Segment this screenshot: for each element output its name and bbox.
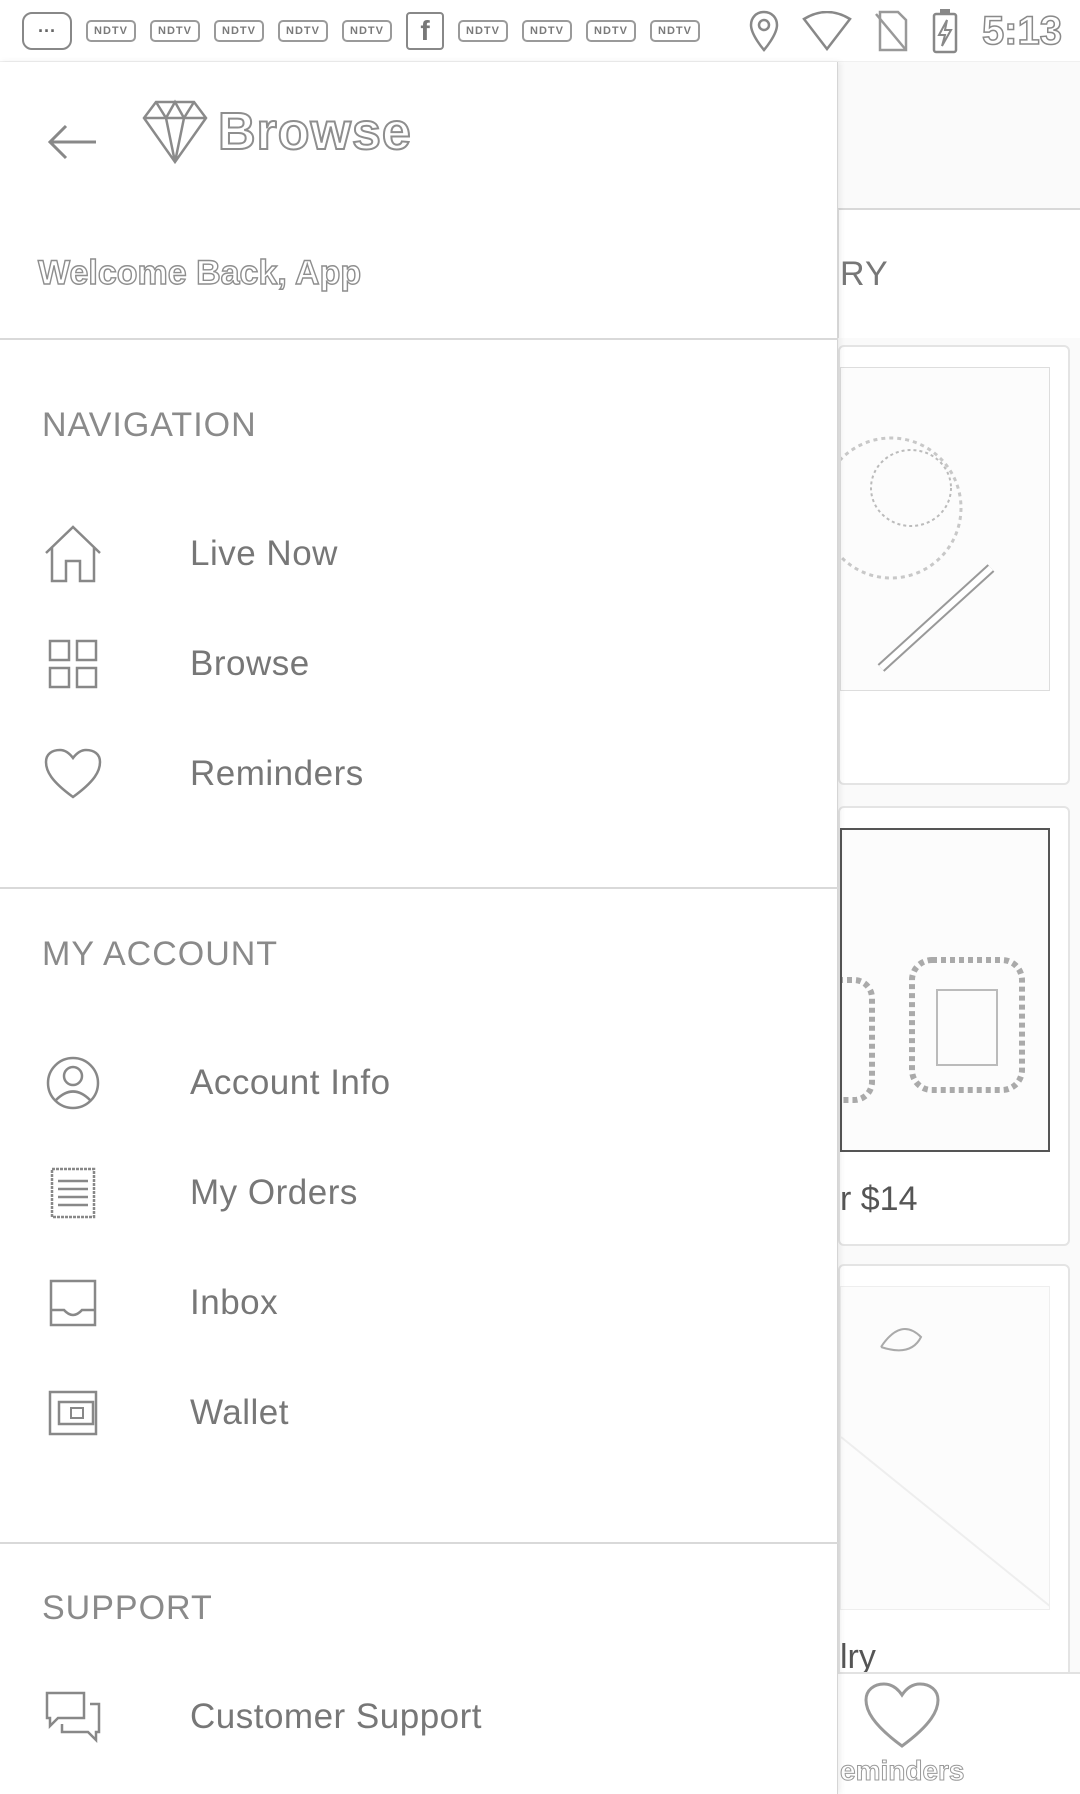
drawer-header: Browse Welcome Back, App [0,62,838,338]
menu-item-reminders[interactable]: Reminders [0,719,838,829]
menu-item-label: Inbox [190,1283,279,1322]
menu-item-label: Browse [190,644,310,683]
wallet-icon [40,1380,106,1446]
menu-item-my-orders[interactable]: My Orders [0,1138,838,1248]
heart-icon [40,741,106,807]
menu-item-account-info[interactable]: Account Info [0,1028,838,1138]
menu-item-live-now[interactable]: Live Now [0,499,838,609]
menu-item-browse[interactable]: Browse [0,609,838,719]
facebook-notification-icon: f [406,12,444,50]
app-brand: Browse [140,98,412,166]
ndtv-notification-icon: NDTV [278,20,328,42]
home-icon [40,521,106,587]
ndtv-notification-icon: NDTV [522,20,572,42]
menu-item-customer-support[interactable]: Customer Support [0,1662,838,1772]
location-icon [749,10,779,52]
user-circle-icon [40,1050,106,1116]
product-price: r $14 [840,1180,918,1218]
welcome-message: Welcome Back, App [37,253,362,292]
app-title: Browse [217,102,412,162]
category-tab-label[interactable]: RY [840,255,889,294]
section-title-my-account: MY ACCOUNT [42,935,279,973]
menu-item-label: Customer Support [190,1697,483,1736]
header-divider [0,338,838,340]
notification-icons: ··· NDTV NDTV NDTV NDTV NDTV f NDTV NDTV… [22,12,700,50]
back-button[interactable] [40,110,104,174]
receipt-icon [40,1160,106,1226]
inbox-icon [40,1270,106,1336]
no-sim-icon [874,10,908,52]
message-notification-icon: ··· [22,12,72,50]
ndtv-notification-icon: NDTV [586,20,636,42]
product-card[interactable] [838,345,1070,785]
section-divider [0,1542,838,1544]
ndtv-notification-icon: NDTV [214,20,264,42]
menu-item-label: Account Info [190,1063,391,1102]
status-bar: ··· NDTV NDTV NDTV NDTV NDTV f NDTV NDTV… [0,0,1080,62]
ndtv-notification-icon: NDTV [342,20,392,42]
bottom-tab-reminders-label[interactable]: eminders [840,1755,965,1787]
heart-icon[interactable] [862,1680,942,1750]
product-card[interactable] [838,1264,1070,1684]
arrow-left-icon [47,124,96,160]
navigation-drawer: Browse Welcome Back, App NAVIGATION Live… [0,62,838,1794]
product-image [840,828,1050,1152]
menu-item-inbox[interactable]: Inbox [0,1248,838,1358]
ndtv-notification-icon: NDTV [86,20,136,42]
system-icons: 5:13 [748,8,1063,54]
menu-item-label: Live Now [190,534,338,573]
section-divider [0,887,838,889]
product-image [840,367,1050,691]
ndtv-notification-icon: NDTV [650,20,700,42]
menu-item-label: Reminders [190,754,364,793]
menu-item-label: My Orders [190,1173,358,1212]
clock: 5:13 [981,8,1063,54]
menu-item-wallet[interactable]: Wallet [0,1358,838,1468]
battery-charging-icon [932,9,958,54]
product-image [840,1286,1050,1610]
ndtv-notification-icon: NDTV [458,20,508,42]
diamond-icon [142,99,208,165]
grid-icon [40,631,106,697]
wifi-icon [802,11,852,51]
chat-icon [40,1684,106,1750]
menu-item-label: Wallet [190,1393,289,1432]
ndtv-notification-icon: NDTV [150,20,200,42]
section-title-support: SUPPORT [42,1589,213,1627]
section-title-navigation: NAVIGATION [42,406,257,444]
